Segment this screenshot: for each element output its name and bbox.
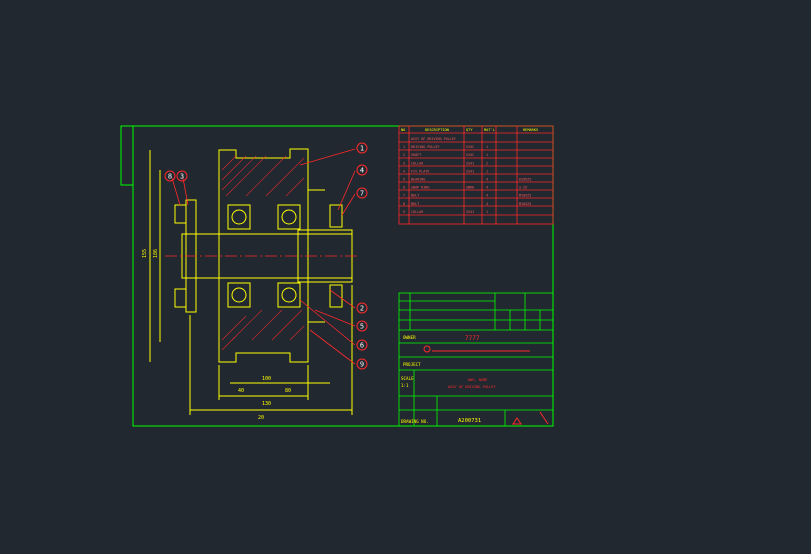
bom-cell: 5 xyxy=(403,178,405,182)
title-line-2: ASSY OF DRIVING PULLEY xyxy=(448,385,496,389)
balloon-label: 3 xyxy=(180,173,184,181)
drawing-number: A200731 xyxy=(458,418,481,424)
bom-cell: 2 xyxy=(403,153,405,157)
bom-cell: M10X25 xyxy=(519,194,531,198)
company-label: DRAWING NO. xyxy=(401,419,429,424)
bom-cell: S45C xyxy=(466,145,474,149)
bom-cell: 4 xyxy=(486,194,488,198)
balloon-label: 6 xyxy=(360,342,364,350)
bom-cell: BOLT xyxy=(411,194,419,198)
bom-header: QTY xyxy=(466,128,473,132)
bom-cell: 2 xyxy=(486,161,488,165)
bom-header: NO xyxy=(401,128,405,132)
owner-value: 7777 xyxy=(465,335,480,342)
bom-cell: 4 xyxy=(486,186,488,190)
leader-lines xyxy=(171,148,356,365)
bom-cell: SHAFT xyxy=(411,153,421,157)
bom-cell: 7 xyxy=(403,194,405,198)
dimension-text: 130 xyxy=(262,401,271,407)
pulley-section-view xyxy=(149,148,353,415)
bom-cell: 4 xyxy=(486,202,488,206)
scale-value: 1:1 xyxy=(401,383,409,388)
scale-label: SCALE xyxy=(401,376,414,381)
dimension-text: 186 xyxy=(153,249,159,258)
bom-cell: 9 xyxy=(403,210,405,214)
title-block: OWNER PROJECT DRAWING NO. SCALE 1:1 7777… xyxy=(398,292,554,427)
dimension-text: 40 xyxy=(238,388,244,394)
bom-cell: DRIVING PULLEY xyxy=(411,145,440,149)
bom-cell: SS41 xyxy=(466,161,474,165)
bom-cell: 1 xyxy=(403,145,405,149)
bom-cell: 8 xyxy=(403,202,405,206)
bom-cell: 1 xyxy=(486,210,488,214)
dimension-labels: 155 186 40 80 100 130 20 xyxy=(142,249,291,421)
bom-header: REMARKS xyxy=(523,128,538,132)
bom-cell: BOLT xyxy=(411,202,419,206)
dimension-text: 80 xyxy=(285,388,291,394)
bom-cell: FIX PLATE xyxy=(411,169,429,173)
bom-cell: ASSY OF DRIVING PULLEY xyxy=(411,137,456,141)
bom-cell: M10X25 xyxy=(519,202,531,206)
dimension-text: 155 xyxy=(142,249,148,258)
balloon-label: 5 xyxy=(360,323,364,331)
balloon-label: 8 xyxy=(168,173,172,181)
bom-header: DESCRIPTION xyxy=(425,128,449,132)
bom-cell: 1 xyxy=(486,169,488,173)
bom-header: MAT'L xyxy=(484,128,495,132)
dimension-text: 100 xyxy=(262,376,271,382)
cad-drawing-canvas: 1 4 7 2 5 6 9 8 3 155 186 40 80 100 130 … xyxy=(120,125,554,427)
balloon-label: 9 xyxy=(360,361,364,369)
balloon-label: 1 xyxy=(360,145,364,153)
bom-cell: COLLAR xyxy=(411,210,424,214)
bom-cell: 3 xyxy=(403,161,405,165)
bom-cell: COLLAR xyxy=(411,161,424,165)
bom-cell: S-25 xyxy=(519,186,527,190)
balloon-label: 2 xyxy=(360,305,364,313)
bom-cell: SS41 xyxy=(466,169,474,173)
bom-cell: SWRH xyxy=(466,186,474,190)
bill-of-materials-table: NO DESCRIPTION QTY MAT'L REMARKS ASSY OF… xyxy=(398,125,554,225)
bom-cell: SNAP RING xyxy=(411,186,429,190)
bom-cell: S45C xyxy=(466,153,474,157)
section-hatching xyxy=(221,155,305,351)
dimension-text: 20 xyxy=(258,415,264,421)
balloon-label: 4 xyxy=(360,167,364,175)
bom-cell: 6 xyxy=(403,186,405,190)
bom-cell: BEARING xyxy=(411,178,425,182)
bom-cell: 1 xyxy=(486,145,488,149)
bom-cell: 6205ZZ xyxy=(519,178,531,182)
bom-cell: 1 xyxy=(486,153,488,157)
project-label: PROJECT xyxy=(403,362,421,367)
title-line-1: DWG. NAME xyxy=(468,378,487,382)
owner-label: OWNER xyxy=(403,335,416,340)
bom-cell: SS41 xyxy=(466,210,474,214)
bom-cell: 4 xyxy=(403,169,405,173)
balloon-label: 7 xyxy=(360,190,364,198)
bom-cell: 4 xyxy=(486,178,488,182)
